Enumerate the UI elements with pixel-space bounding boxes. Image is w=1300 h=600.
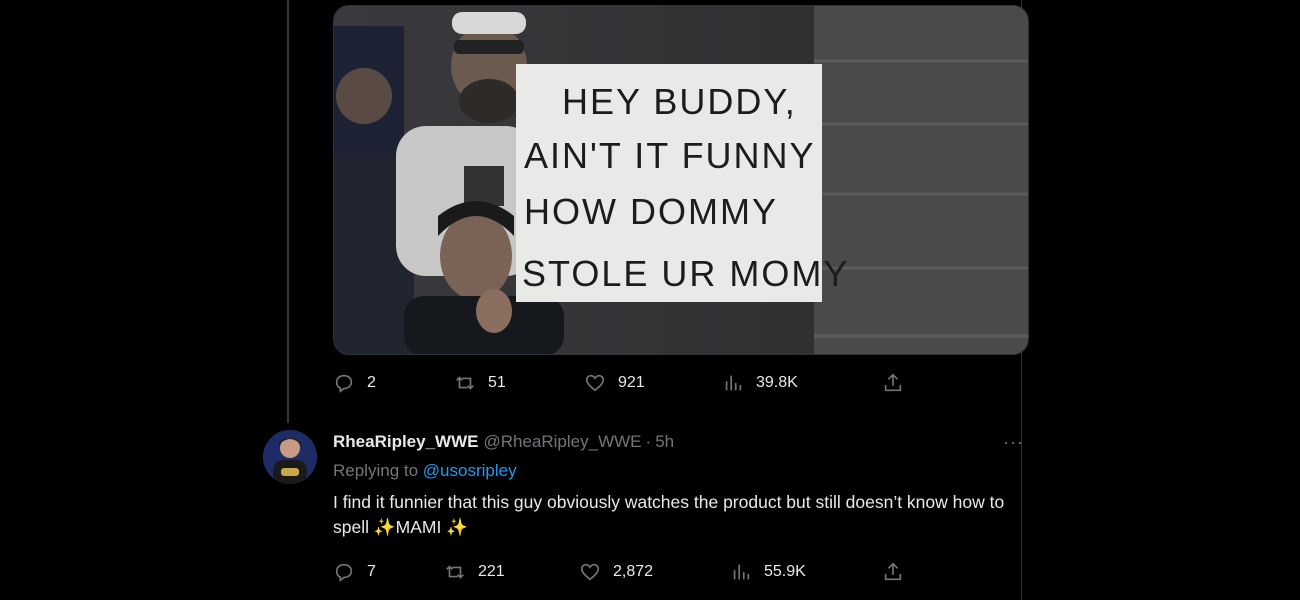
sign-line-1: HEY BUDDY, [562, 81, 797, 122]
views-chart-icon [725, 375, 742, 391]
retweet-icon [446, 565, 464, 579]
like-count: 2,872 [613, 563, 654, 580]
tweet-media-photo[interactable]: HEY BUDDY, AIN'T IT FUNNY HOW DOMMY STOL… [333, 5, 1029, 355]
replying-to-line: Replying to @usosripley [333, 461, 517, 481]
sparkle-emoji-end: ✨ [446, 517, 469, 537]
reply-icon [335, 374, 353, 393]
sparkle-emoji: ✨ [373, 517, 396, 537]
retweet-action[interactable]: 51 [454, 371, 506, 395]
like-action[interactable]: 921 [584, 371, 645, 395]
thread-connector-line [287, 0, 289, 423]
views-chart-icon [733, 564, 750, 580]
user-handle[interactable]: @RheaRipley_WWE [483, 432, 641, 452]
tweet-text: I find it funnier that this guy obviousl… [333, 490, 1033, 540]
views-action[interactable]: 39.8K [722, 371, 798, 395]
reply-action[interactable]: 2 [333, 371, 376, 395]
views-action[interactable]: 55.9K [730, 560, 806, 584]
like-count: 921 [618, 374, 645, 391]
separator-dot: · [645, 432, 652, 451]
reply-action[interactable]: 7 [333, 560, 376, 584]
tweet-timestamp[interactable]: 5h [655, 432, 674, 452]
retweet-action[interactable]: 221 [444, 560, 505, 584]
tweet-text-mami: MAMI [395, 517, 447, 537]
sign-line-3: HOW DOMMY [524, 191, 778, 232]
like-action[interactable]: 2,872 [579, 560, 653, 584]
sign-line-2: AIN'T IT FUNNY [524, 135, 816, 176]
sign-line-4: STOLE UR MOMY [522, 253, 849, 294]
retweet-count: 221 [478, 563, 505, 580]
share-icon [884, 373, 902, 392]
heart-icon [585, 374, 605, 392]
share-icon [884, 562, 902, 581]
replying-to-link[interactable]: @usosripley [423, 461, 517, 480]
share-action[interactable] [882, 560, 904, 584]
share-action[interactable] [882, 371, 904, 395]
display-name[interactable]: RheaRipley_WWE [333, 432, 478, 452]
reply-count: 7 [367, 563, 376, 580]
avatar[interactable] [263, 430, 317, 484]
reply-icon [335, 563, 353, 582]
tweet-header: RheaRipley_WWE @RheaRipley_WWE · 5h [333, 432, 674, 452]
heart-icon [580, 563, 600, 581]
views-count: 55.9K [764, 563, 806, 580]
replying-to-label: Replying to [333, 461, 419, 480]
reply-count: 2 [367, 374, 376, 391]
retweet-count: 51 [488, 374, 506, 391]
views-count: 39.8K [756, 374, 798, 391]
more-options-icon[interactable]: ··· [1003, 432, 1024, 453]
retweet-icon [456, 376, 474, 390]
